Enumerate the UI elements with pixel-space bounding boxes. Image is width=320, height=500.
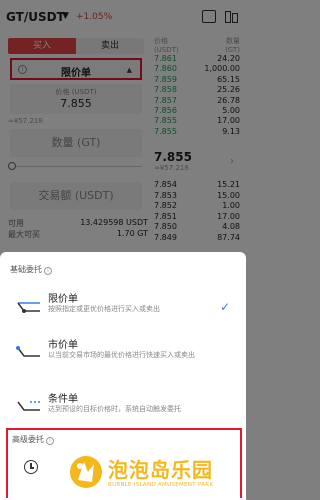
option-name: 市价单 — [48, 340, 78, 351]
clock-icon[interactable] — [24, 460, 38, 474]
basic-orders-title: 基础委托 i — [10, 264, 52, 275]
option-desc: 达到预设的目标价格时，系统自动触发委托 — [48, 405, 181, 413]
conditional-order-icon — [17, 401, 40, 411]
option-name: 条件单 — [48, 394, 78, 405]
advanced-orders-title: 高级委托 i — [12, 434, 54, 445]
info-icon[interactable]: i — [46, 437, 54, 445]
option-name: 限价单 — [48, 294, 78, 305]
watermark-subtitle: BUBBLE ISLAND AMUSEMENT PARK — [108, 482, 214, 488]
bubble-logo-icon — [70, 456, 102, 488]
advanced-orders-label: 高级委托 — [12, 435, 44, 444]
market-order-icon — [16, 346, 40, 357]
option-market-order[interactable]: 市价单 以当前交易市场的最优价格进行快速买入或卖出 — [10, 334, 240, 374]
option-desc: 按照指定或更优价格进行买入或卖出 — [48, 305, 160, 313]
option-desc: 以当前交易市场的最优价格进行快速买入或卖出 — [48, 351, 195, 359]
limit-order-icon — [17, 302, 40, 313]
check-icon: ✓ — [219, 300, 230, 314]
option-limit-order[interactable]: 限价单 按照指定或更优价格进行买入或卖出 ✓ — [10, 288, 240, 328]
basic-orders-label: 基础委托 — [10, 265, 42, 274]
info-icon[interactable]: i — [44, 267, 52, 275]
option-conditional-order[interactable]: 条件单 达到预设的目标价格时，系统自动触发委托 — [10, 388, 240, 428]
watermark: 泡泡岛乐园 BUBBLE ISLAND AMUSEMENT PARK — [68, 452, 244, 498]
watermark-title: 泡泡岛乐园 — [108, 458, 213, 482]
